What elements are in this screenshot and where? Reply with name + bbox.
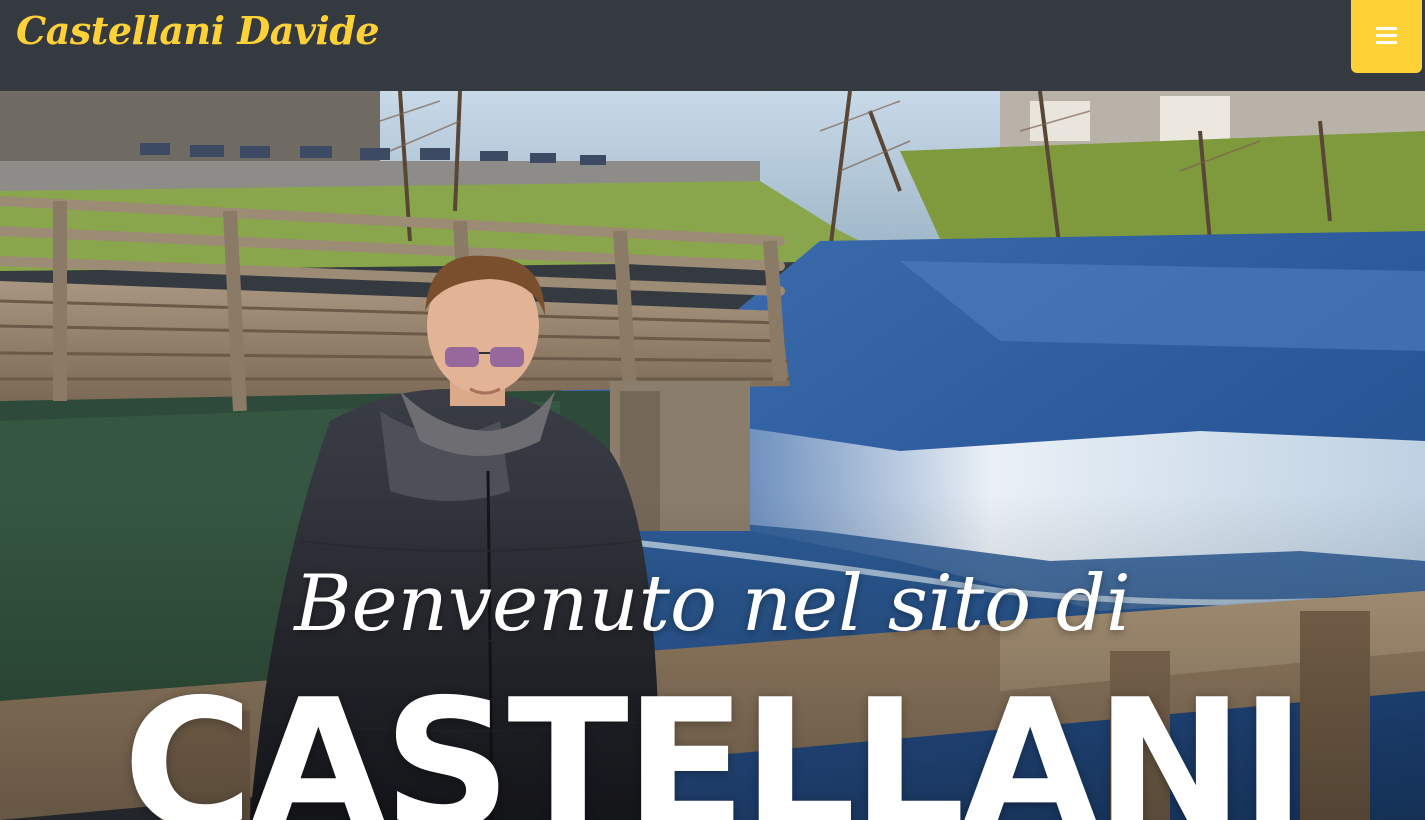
hero-heading: CASTELLANI [122, 661, 1306, 820]
hero-section: Benvenuto nel sito di CASTELLANI [0, 91, 1425, 820]
navbar: Castellani Davide [0, 0, 1425, 91]
brand-logo[interactable]: Castellani Davide [16, 8, 380, 53]
menu-toggle-button[interactable] [1351, 0, 1422, 73]
hero-subheading: Benvenuto nel sito di [294, 559, 1131, 649]
hamburger-icon [1376, 27, 1397, 44]
